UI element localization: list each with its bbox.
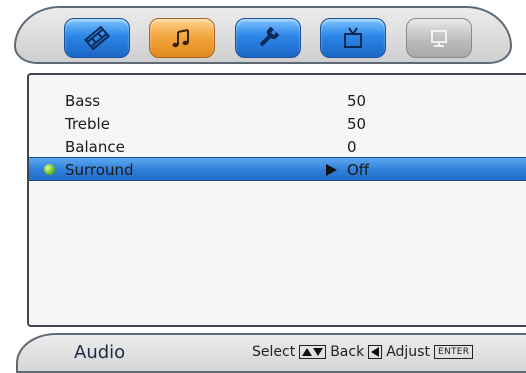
- tab-picture[interactable]: [64, 18, 130, 58]
- settings-panel: Bass 50 Treble 50 Balance 0 Surround Off: [27, 73, 526, 327]
- arrow-up-icon: [302, 348, 313, 356]
- enter-key: ENTER: [433, 345, 474, 359]
- menu-title: Audio: [74, 342, 126, 363]
- wrench-icon: [259, 26, 280, 47]
- music-note-icon: [172, 29, 189, 48]
- navigation-hints: Select Back Adjust ENTER: [252, 344, 474, 360]
- tab-tv[interactable]: [320, 18, 386, 58]
- select-hint-label: Select: [252, 344, 296, 360]
- setting-row-treble[interactable]: Treble 50: [29, 112, 526, 136]
- up-down-keys: [299, 345, 327, 359]
- setting-value: 0: [347, 138, 357, 156]
- tab-pc[interactable]: [406, 18, 472, 58]
- arrow-down-icon: [313, 348, 324, 356]
- tv-icon: [344, 27, 362, 48]
- monitor-icon: [431, 30, 447, 47]
- setting-label: Balance: [65, 138, 125, 156]
- selection-indicator-icon: [44, 164, 55, 175]
- setting-value: Off: [347, 161, 370, 179]
- tab-audio[interactable]: [149, 18, 215, 58]
- setting-row-surround[interactable]: Surround Off: [29, 157, 526, 181]
- setting-value: 50: [347, 115, 367, 133]
- setting-row-bass[interactable]: Bass 50: [29, 89, 526, 113]
- arrow-left-icon: [371, 347, 380, 357]
- menu-tab-bar: [14, 6, 512, 64]
- back-hint-label: Back: [330, 344, 365, 360]
- setting-label: Treble: [65, 115, 110, 133]
- film-reel-icon: [84, 25, 110, 51]
- play-arrow-icon: [326, 164, 337, 176]
- setting-row-balance[interactable]: Balance 0: [29, 135, 526, 159]
- adjust-hint-label: Adjust: [386, 344, 430, 360]
- tab-setup[interactable]: [235, 18, 301, 58]
- setting-label: Bass: [65, 92, 101, 110]
- setting-value: 50: [347, 92, 367, 110]
- left-key: [368, 345, 383, 359]
- status-bar: Audio Select Back Adjust ENTER: [16, 333, 526, 373]
- setting-label: Surround: [65, 161, 134, 179]
